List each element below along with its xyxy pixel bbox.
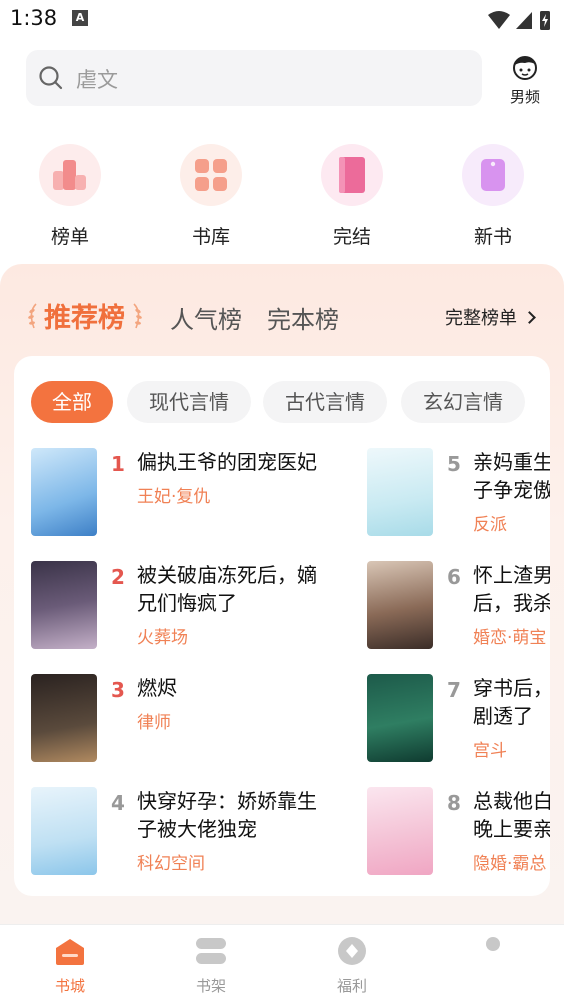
book-title: 亲妈重生 子争宠傲 xyxy=(473,450,550,502)
nav-bookshelf[interactable]: 书架 xyxy=(171,935,251,996)
book-tag: 科幻空间 xyxy=(137,854,205,874)
nav-label: 书架 xyxy=(195,977,226,995)
book-item[interactable]: 6 怀上渣男 后，我杀 婚恋·萌宝 xyxy=(367,561,550,661)
book-item[interactable]: 5 亲妈重生 子争宠傲 反派 xyxy=(367,448,550,548)
category-label: 完结 xyxy=(332,226,371,248)
category-finished[interactable]: 完结 xyxy=(312,144,392,254)
book-tag: 王妃·复仇 xyxy=(137,487,211,507)
search-input[interactable]: 虐文 xyxy=(26,50,482,106)
ranking-card: 全部 现代言情 古代言情 玄幻言情 1 偏执王爷的团宠医妃 王妃·复仇 2 被关… xyxy=(14,356,550,896)
book-item[interactable]: 3 燃烬 律师 xyxy=(31,674,361,774)
full-list-label: 完整榜单 xyxy=(445,308,517,329)
welfare-icon xyxy=(338,937,366,965)
book-title: 怀上渣男 后，我杀 xyxy=(473,563,550,615)
rank-number: 7 xyxy=(447,678,461,702)
nav-label: 书城 xyxy=(54,977,85,995)
book-tag: 火葬场 xyxy=(137,628,188,648)
laurel-left-icon xyxy=(28,303,37,329)
chevron-right-icon xyxy=(523,311,536,324)
category-label: 新书 xyxy=(473,226,512,248)
rank-number: 3 xyxy=(111,678,125,702)
category-label: 书库 xyxy=(191,226,230,248)
gender-switch-label: 男频 xyxy=(509,88,540,106)
bookshelf-icon xyxy=(196,938,226,964)
book-title: 偏执王爷的团宠医妃 xyxy=(137,450,317,474)
book-cover xyxy=(367,561,433,649)
tab-recommend[interactable]: 推荐榜 xyxy=(44,296,125,335)
book-item[interactable]: 4 快穿好孕：娇娇靠生 子被大佬独宠 科幻空间 xyxy=(31,787,361,887)
ranking-panel: 推荐榜 人气榜 完本榜 完整榜单 全部 现代言情 古代言情 玄幻言情 1 偏执王… xyxy=(0,264,564,924)
full-list-link[interactable]: 完整榜单 xyxy=(445,304,536,330)
rank-number: 1 xyxy=(111,452,125,476)
status-icons xyxy=(486,8,552,36)
filter-ancient[interactable]: 古代言情 xyxy=(263,381,387,423)
nav-bookstore[interactable]: 书城 xyxy=(30,935,110,996)
category-label: 榜单 xyxy=(50,226,89,248)
rank-number: 6 xyxy=(447,565,461,589)
book-title: 快穿好孕：娇娇靠生 子被大佬独宠 xyxy=(137,789,317,841)
notification-icon: A xyxy=(72,10,88,26)
status-time: 1:38 xyxy=(10,6,58,30)
bottom-nav: 书城 书架 福利 xyxy=(0,924,564,1004)
book-title: 总裁他白 晚上要亲 xyxy=(473,789,550,841)
category-new[interactable]: 新书 xyxy=(453,144,533,254)
category-ranking[interactable]: 榜单 xyxy=(30,144,110,254)
rank-number: 2 xyxy=(111,565,125,589)
book-cover xyxy=(31,674,97,762)
boy-face-icon xyxy=(513,56,537,80)
book-title: 穿书后， 剧透了 xyxy=(473,676,550,728)
rank-number: 4 xyxy=(111,791,125,815)
book-cover xyxy=(367,674,433,762)
library-icon xyxy=(180,144,242,206)
filter-modern[interactable]: 现代言情 xyxy=(127,381,251,423)
book-title: 燃烬 xyxy=(137,676,177,700)
ranking-icon xyxy=(39,144,101,206)
book-title: 被关破庙冻死后，嫡 兄们悔疯了 xyxy=(137,563,317,615)
status-bar: 1:38 A xyxy=(0,0,564,40)
book-item[interactable]: 1 偏执王爷的团宠医妃 王妃·复仇 xyxy=(31,448,361,548)
book-item[interactable]: 8 总裁他白 晚上要亲 隐婚·霸总 xyxy=(367,787,550,887)
book-tag: 婚恋·萌宝 xyxy=(473,628,547,648)
search-placeholder: 虐文 xyxy=(76,68,118,92)
signal-battery-icon xyxy=(488,11,550,30)
book-cover xyxy=(31,448,97,536)
app-screen: 1:38 A 虐文 男频 榜单 书库 完结 新书 推荐榜 人气榜 完本榜 完整榜… xyxy=(0,0,564,1004)
book-icon xyxy=(321,144,383,206)
tab-popular[interactable]: 人气榜 xyxy=(170,300,242,335)
book-tag: 反派 xyxy=(473,515,507,535)
bookstore-icon xyxy=(56,939,84,965)
tab-completed[interactable]: 完本榜 xyxy=(267,300,339,335)
rank-number: 8 xyxy=(447,791,461,815)
book-tag: 律师 xyxy=(137,713,171,733)
book-cover xyxy=(367,448,433,536)
rank-number: 5 xyxy=(447,452,461,476)
book-item[interactable]: 2 被关破庙冻死后，嫡 兄们悔疯了 火葬场 xyxy=(31,561,361,661)
nav-label: 福利 xyxy=(336,977,367,995)
profile-dot-icon xyxy=(486,937,500,951)
book-tag: 宫斗 xyxy=(473,741,507,761)
gender-switch-button[interactable]: 男频 xyxy=(498,48,552,110)
book-cover xyxy=(31,787,97,875)
category-library[interactable]: 书库 xyxy=(171,144,251,254)
filter-fantasy[interactable]: 玄幻言情 xyxy=(401,381,525,423)
nav-profile[interactable] xyxy=(453,935,533,971)
nav-welfare[interactable]: 福利 xyxy=(312,935,392,996)
book-item[interactable]: 7 穿书后， 剧透了 宫斗 xyxy=(367,674,550,774)
laurel-right-icon xyxy=(133,303,142,329)
filter-all[interactable]: 全部 xyxy=(31,381,113,423)
search-icon xyxy=(39,66,63,90)
book-cover xyxy=(31,561,97,649)
new-book-icon xyxy=(462,144,524,206)
book-cover xyxy=(367,787,433,875)
book-tag: 隐婚·霸总 xyxy=(473,854,547,874)
